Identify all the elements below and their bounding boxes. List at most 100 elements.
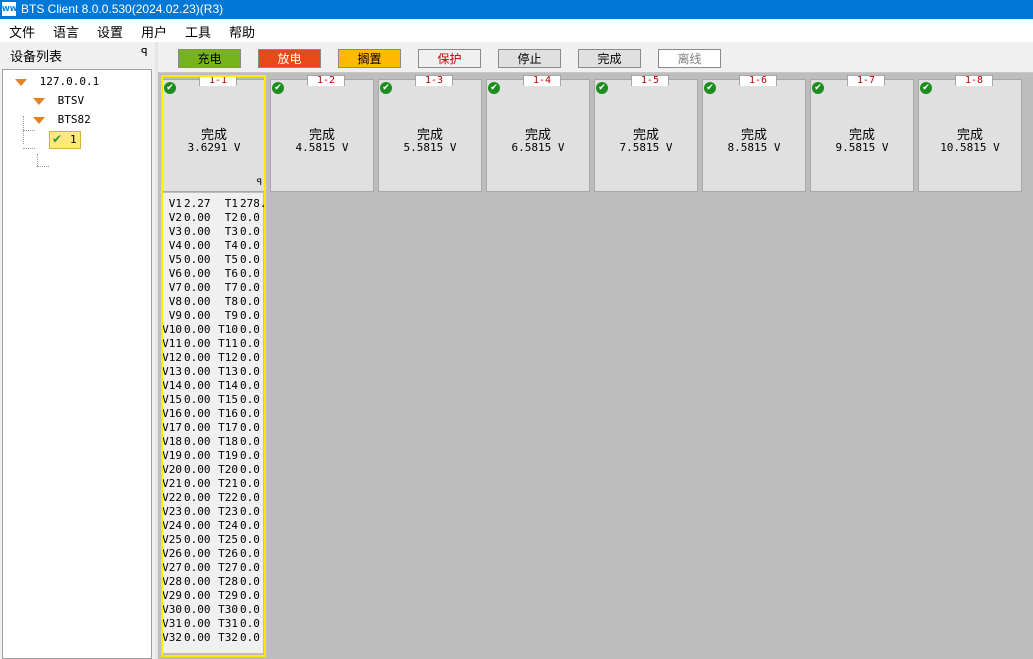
pin-icon[interactable]: ꟼ: [257, 178, 262, 188]
temperature-label: T16: [218, 407, 238, 420]
tree-node-btsv[interactable]: BTSV: [33, 94, 84, 107]
voltage-label: V11: [162, 337, 182, 350]
channel-card[interactable]: 1-1 ✔ 完成 3.6291 V ꟼ: [162, 75, 266, 192]
voltage-label: V10: [162, 323, 182, 336]
channel-card[interactable]: 1-2 ✔ 完成 4.5815 V: [270, 75, 374, 192]
temperature-value: 0.0: [240, 295, 260, 308]
voltage-value: 0.00: [184, 407, 211, 420]
channel-voltage: 7.5815 V: [619, 141, 673, 154]
temperature-label: T1: [224, 197, 238, 210]
expand-triangle-icon[interactable]: [33, 97, 45, 105]
expand-triangle-icon[interactable]: [15, 78, 27, 86]
channel-card[interactable]: 1-6 ✔ 完成 8.5815 V: [702, 75, 806, 192]
temperature-value: 0.0: [240, 603, 260, 616]
tree-node-bts82[interactable]: BTS82: [33, 113, 91, 126]
menu-tools[interactable]: 工具: [185, 22, 211, 41]
reading-row: V1 2.27 T1 278.: [162, 197, 267, 211]
temperature-value: 0.0: [240, 225, 260, 238]
temperature-label: T14: [218, 379, 238, 392]
voltage-value: 0.00: [184, 393, 211, 406]
tree-node-label: 127.0.0.1: [39, 75, 100, 88]
channel-card[interactable]: 1-7 ✔ 完成 9.5815 V: [810, 75, 914, 192]
channel-card[interactable]: 1-3 ✔ 完成 5.5815 V: [378, 75, 482, 192]
voltage-value: 0.00: [184, 421, 211, 434]
voltage-value: 0.00: [184, 561, 211, 574]
channel-card[interactable]: 1-5 ✔ 完成 7.5815 V: [594, 75, 698, 192]
temperature-value: 0.0: [240, 547, 260, 560]
tree-node-unit-1[interactable]: ✔ 1: [49, 131, 81, 149]
device-list-header: 设备列表: [10, 50, 63, 65]
voltage-value: 0.00: [184, 295, 211, 308]
voltage-label: V3: [168, 225, 182, 238]
temperature-value: 0.0: [240, 491, 260, 504]
voltage-value: 0.00: [184, 225, 211, 238]
reading-row: V4 0.00 T4 0.0: [162, 239, 262, 253]
temperature-label: T11: [218, 337, 238, 350]
voltage-label: V13: [162, 365, 182, 378]
channel-voltage: 8.5815 V: [727, 141, 781, 154]
legend-protect: 保护: [418, 49, 481, 68]
channel-id: 1-4: [523, 75, 561, 86]
temperature-label: T23: [218, 505, 238, 518]
reading-row: V12 0.00 T12 0.0: [162, 351, 262, 365]
voltage-label: V25: [162, 533, 182, 546]
tree-node-host[interactable]: 127.0.0.1: [15, 75, 99, 88]
reading-row: V5 0.00 T5 0.0: [162, 253, 262, 267]
check-circle-icon: ✔: [380, 82, 392, 94]
channel-voltage: 3.6291 V: [187, 141, 241, 154]
check-circle-icon: ✔: [920, 82, 932, 94]
reading-row: V30 0.00 T30 0.0: [162, 603, 262, 617]
temperature-label: T6: [224, 267, 238, 280]
voltage-label: V32: [162, 631, 182, 644]
channel-id: 1-2: [307, 75, 345, 86]
voltage-value: 0.00: [184, 491, 211, 504]
title-bar: WW BTS Client 8.0.0.530(2024.02.23)(R3): [0, 0, 1033, 19]
temperature-value: 0.0: [240, 337, 260, 350]
legend-offline: 离线: [658, 49, 721, 68]
voltage-label: V28: [162, 575, 182, 588]
reading-row: V9 0.00 T9 0.0: [162, 309, 262, 323]
voltage-value: 0.00: [184, 463, 211, 476]
temperature-label: T4: [224, 239, 238, 252]
voltage-value: 0.00: [184, 547, 211, 560]
voltage-label: V30: [162, 603, 182, 616]
tree-node-label: BTSV: [57, 94, 85, 107]
menu-help[interactable]: 帮助: [229, 22, 255, 41]
menu-user[interactable]: 用户: [141, 22, 167, 41]
channel-id: 1-5: [631, 75, 669, 86]
temperature-label: T18: [218, 435, 238, 448]
menu-settings[interactable]: 设置: [97, 22, 123, 41]
temperature-label: T32: [218, 631, 238, 644]
reading-row: V20 0.00 T20 0.0: [162, 463, 262, 477]
temperature-value: 0.0: [240, 463, 260, 476]
pin-icon[interactable]: ꟼ: [141, 46, 148, 59]
voltage-label: V27: [162, 561, 182, 574]
temperature-label: T10: [218, 323, 238, 336]
voltage-label: V5: [168, 253, 182, 266]
voltage-value: 0.00: [184, 519, 211, 532]
voltage-label: V7: [168, 281, 182, 294]
temperature-value: 0.0: [240, 435, 260, 448]
check-circle-icon: ✔: [596, 82, 608, 94]
menu-file[interactable]: 文件: [9, 22, 35, 41]
channel-card[interactable]: 1-8 ✔ 完成 10.5815 V: [918, 75, 1022, 192]
reading-row: V31 0.00 T31 0.0: [162, 617, 262, 631]
expand-triangle-icon[interactable]: [33, 116, 45, 124]
reading-row: V3 0.00 T3 0.0: [162, 225, 262, 239]
channel-id: 1-8: [955, 75, 993, 86]
channel-card[interactable]: 1-4 ✔ 完成 6.5815 V: [486, 75, 590, 192]
voltage-label: V4: [168, 239, 182, 252]
check-circle-icon: ✔: [164, 82, 176, 94]
temperature-label: T8: [224, 295, 238, 308]
temperature-value: 0.0: [240, 519, 260, 532]
temperature-value: 0.0: [240, 309, 260, 322]
temperature-label: T20: [218, 463, 238, 476]
menu-language[interactable]: 语言: [53, 22, 79, 41]
temperature-label: T7: [224, 281, 238, 294]
temperature-label: T25: [218, 533, 238, 546]
temperature-label: T5: [224, 253, 238, 266]
check-circle-icon: ✔: [488, 82, 500, 94]
tree-node-label: BTS82: [57, 113, 91, 126]
voltage-label: V17: [162, 421, 182, 434]
reading-row: V27 0.00 T27 0.0: [162, 561, 262, 575]
